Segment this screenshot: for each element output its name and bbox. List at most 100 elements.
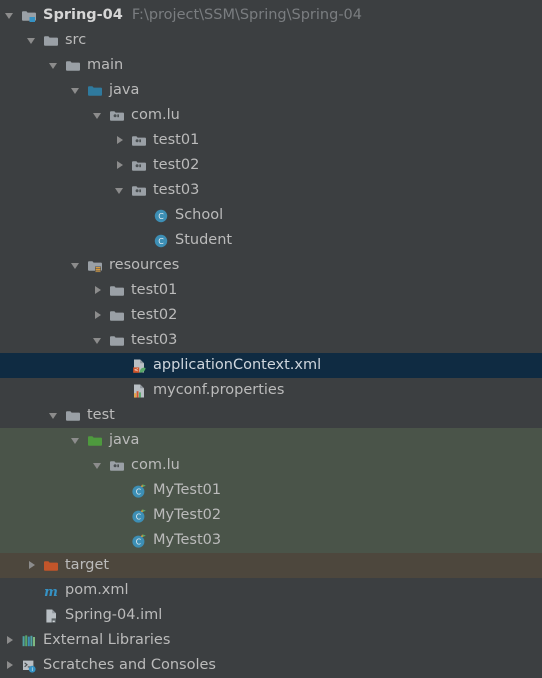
folder-icon (64, 53, 82, 78)
tree-node-test02[interactable]: test02 (0, 153, 542, 178)
tree-node-label: School (175, 207, 224, 223)
java-test-class-icon: C (130, 528, 148, 553)
chevron-right-icon[interactable] (92, 303, 108, 328)
project-tree-panel[interactable]: Spring-04 F:\project\SSM\Spring\Spring-04… (0, 0, 542, 673)
tree-node-label: resources (109, 257, 180, 273)
java-test-class-icon: C (130, 503, 148, 528)
tree-node-resources[interactable]: resources (0, 253, 542, 278)
tree-node-label: test03 (153, 182, 200, 198)
tree-node-test03[interactable]: test03 (0, 328, 542, 353)
tree-node-label: pom.xml (65, 582, 129, 598)
tree-node-mytest01[interactable]: C MyTest01 (0, 478, 542, 503)
tree-node-label: External Libraries (43, 632, 171, 648)
tree-node-test03[interactable]: test03 (0, 178, 542, 203)
chevron-down-icon[interactable] (26, 28, 42, 53)
tree-node-mytest02[interactable]: C MyTest02 (0, 503, 542, 528)
tree-node-java[interactable]: java (0, 78, 542, 103)
svg-text:m: m (44, 585, 58, 599)
twisty-placeholder (114, 378, 130, 403)
chevron-down-icon[interactable] (92, 328, 108, 353)
scratches-consoles-icon: i (20, 653, 38, 678)
maven-pom-icon: m (42, 578, 60, 603)
svg-text:C: C (158, 212, 164, 221)
tree-node-label: java (109, 432, 140, 448)
spring-config-xml-icon: < (130, 353, 148, 378)
tree-node-label: com.lu (131, 457, 180, 473)
svg-text:<: < (134, 368, 139, 374)
tree-node-label: test (87, 407, 115, 423)
svg-text:C: C (136, 488, 141, 497)
tree-node-label: Student (175, 232, 233, 248)
chevron-right-icon[interactable] (92, 278, 108, 303)
chevron-right-icon[interactable] (4, 628, 20, 653)
project-path-label: F:\project\SSM\Spring\Spring-04 (131, 7, 362, 23)
tree-node-com-lu[interactable]: com.lu (0, 103, 542, 128)
svg-text:C: C (136, 538, 141, 547)
tree-node-scratches-and-consoles[interactable]: i Scratches and Consoles (0, 653, 542, 678)
package-icon (130, 178, 148, 203)
chevron-down-icon[interactable] (92, 453, 108, 478)
tree-node-spring-04[interactable]: Spring-04 F:\project\SSM\Spring\Spring-04 (0, 3, 542, 28)
properties-file-icon (130, 378, 148, 403)
tree-node-mytest03[interactable]: C MyTest03 (0, 528, 542, 553)
tree-node-external-libraries[interactable]: External Libraries (0, 628, 542, 653)
tree-node-label: Spring-04 (43, 7, 123, 23)
package-icon (108, 103, 126, 128)
folder-icon (108, 303, 126, 328)
svg-text:C: C (158, 237, 164, 246)
tree-node-target[interactable]: target (0, 553, 542, 578)
tree-node-label: src (65, 32, 87, 48)
chevron-right-icon[interactable] (114, 153, 130, 178)
tree-node-label: com.lu (131, 107, 180, 123)
tree-node-label: Scratches and Consoles (43, 657, 216, 673)
twisty-placeholder (114, 478, 130, 503)
excluded-folder-icon (42, 553, 60, 578)
module-folder-icon (20, 3, 38, 28)
tree-node-myconf-properties[interactable]: myconf.properties (0, 378, 542, 403)
tree-node-main[interactable]: main (0, 53, 542, 78)
tree-node-student[interactable]: C Student (0, 228, 542, 253)
tree-node-test[interactable]: test (0, 403, 542, 428)
tree-node-java[interactable]: java (0, 428, 542, 453)
tree-node-applicationcontext-xml[interactable]: < applicationContext.xml (0, 353, 542, 378)
tree-node-label: Spring-04.iml (65, 607, 163, 623)
tree-node-src[interactable]: src (0, 28, 542, 53)
chevron-down-icon[interactable] (48, 53, 64, 78)
folder-icon (108, 278, 126, 303)
tree-node-test01[interactable]: test01 (0, 128, 542, 153)
chevron-down-icon[interactable] (70, 78, 86, 103)
tree-node-school[interactable]: C School (0, 203, 542, 228)
chevron-right-icon[interactable] (4, 653, 20, 678)
chevron-down-icon[interactable] (4, 3, 20, 28)
tree-node-com-lu[interactable]: com.lu (0, 453, 542, 478)
tree-node-label: main (87, 57, 124, 73)
chevron-down-icon[interactable] (70, 428, 86, 453)
svg-text:i: i (32, 667, 33, 673)
tree-node-test02[interactable]: test02 (0, 303, 542, 328)
chevron-down-icon[interactable] (70, 253, 86, 278)
chevron-right-icon[interactable] (26, 553, 42, 578)
chevron-down-icon[interactable] (114, 178, 130, 203)
iml-module-file-icon (42, 603, 60, 628)
chevron-right-icon[interactable] (114, 128, 130, 153)
tree-node-label: myconf.properties (153, 382, 285, 398)
tree-node-pom-xml[interactable]: m pom.xml (0, 578, 542, 603)
chevron-down-icon[interactable] (92, 103, 108, 128)
external-libraries-icon (20, 628, 38, 653)
tree-node-test01[interactable]: test01 (0, 278, 542, 303)
tree-node-spring-04-iml[interactable]: Spring-04.iml (0, 603, 542, 628)
chevron-down-icon[interactable] (48, 403, 64, 428)
